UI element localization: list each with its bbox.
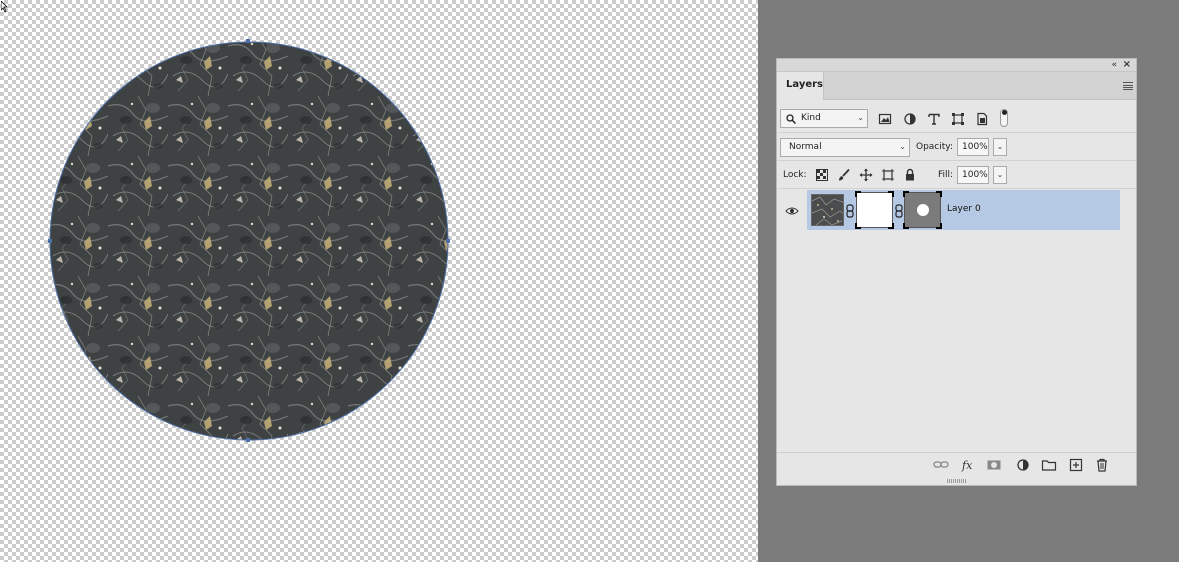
adjustment-filter-icon[interactable] xyxy=(903,112,917,126)
chevron-down-icon: ⌄ xyxy=(857,113,864,122)
panel-menu-icon[interactable] xyxy=(1123,82,1133,90)
chevron-down-icon: ⌄ xyxy=(899,142,906,151)
fill-slider-chevron-icon[interactable]: ⌄ xyxy=(993,166,1007,184)
collapse-panel-icon[interactable]: « xyxy=(1111,60,1116,70)
mask-corner-bracket xyxy=(888,223,894,229)
panel-footer: fx xyxy=(777,452,1136,478)
delete-layer-icon[interactable] xyxy=(1094,458,1110,472)
layer-row-layer-0[interactable]: Layer 0 xyxy=(807,190,1120,230)
filter-kind-value: Kind xyxy=(801,113,821,123)
type-filter-icon[interactable] xyxy=(927,112,941,126)
marble-circle-artwork[interactable] xyxy=(48,36,452,448)
panel-titlebar[interactable]: « × xyxy=(777,59,1136,72)
fill-label: Fill: xyxy=(938,170,954,180)
lock-artboard-icon[interactable] xyxy=(881,168,895,182)
filter-kind-dropdown[interactable]: Kind ⌄ xyxy=(780,109,868,128)
layer-mask-thumbnail[interactable] xyxy=(855,191,894,229)
vector-mask-circle xyxy=(917,204,929,216)
mask-corner-bracket xyxy=(936,191,942,197)
panel-tabbar: Layers xyxy=(777,72,1136,100)
tab-layers[interactable]: Layers xyxy=(777,72,824,100)
mask-corner-bracket xyxy=(855,191,861,197)
layer-thumbnail[interactable] xyxy=(811,194,844,226)
shape-filter-icon[interactable] xyxy=(951,112,965,126)
close-panel-icon[interactable]: × xyxy=(1123,59,1131,70)
chain-link-icon[interactable] xyxy=(846,204,854,218)
mask-corner-bracket xyxy=(888,191,894,197)
document-canvas[interactable] xyxy=(0,0,758,562)
lock-image-icon[interactable] xyxy=(837,168,851,182)
fill-input[interactable]: 100% xyxy=(957,166,989,184)
lock-all-icon[interactable] xyxy=(903,168,917,182)
chain-link-icon[interactable] xyxy=(895,204,903,218)
mask-corner-bracket xyxy=(855,223,861,229)
mask-corner-bracket xyxy=(903,223,909,229)
lock-transparent-icon[interactable] xyxy=(815,168,829,182)
lock-row: Lock: Fill: 100% ⌄ xyxy=(777,161,1136,189)
image-filter-icon[interactable] xyxy=(878,112,892,126)
lock-label: Lock: xyxy=(783,170,807,180)
layers-panel: « × Layers Kind ⌄ Normal ⌄ Opacity: 100%… xyxy=(776,58,1137,486)
svg-text:fx: fx xyxy=(961,459,973,472)
add-mask-icon[interactable] xyxy=(986,458,1002,472)
new-layer-icon[interactable] xyxy=(1068,458,1084,472)
opacity-slider-chevron-icon[interactable]: ⌄ xyxy=(993,138,1007,156)
blend-mode-value: Normal xyxy=(789,142,822,152)
vector-mask-thumbnail[interactable] xyxy=(903,191,942,229)
lock-position-icon[interactable] xyxy=(859,168,873,182)
search-icon xyxy=(786,114,796,124)
smart-object-filter-icon[interactable] xyxy=(975,112,989,126)
blend-row: Normal ⌄ Opacity: 100% ⌄ xyxy=(777,133,1136,161)
panel-resize-grip[interactable] xyxy=(947,479,967,483)
opacity-label: Opacity: xyxy=(916,142,953,152)
new-fill-adjustment-icon[interactable] xyxy=(1015,458,1031,472)
cursor-icon xyxy=(1,1,8,13)
layer-thumbnail-texture xyxy=(812,195,843,225)
link-layers-icon[interactable] xyxy=(933,458,949,472)
layer-name[interactable]: Layer 0 xyxy=(947,204,981,214)
mask-corner-bracket xyxy=(936,223,942,229)
opacity-input[interactable]: 100% xyxy=(957,138,989,156)
new-group-icon[interactable] xyxy=(1041,458,1057,472)
filter-row: Kind ⌄ xyxy=(777,105,1136,133)
blend-mode-dropdown[interactable]: Normal ⌄ xyxy=(780,138,910,157)
filter-toggle-switch[interactable] xyxy=(1000,109,1008,127)
fx-icon[interactable]: fx xyxy=(960,458,976,472)
visibility-eye-icon[interactable] xyxy=(785,206,799,216)
mask-corner-bracket xyxy=(903,191,909,197)
